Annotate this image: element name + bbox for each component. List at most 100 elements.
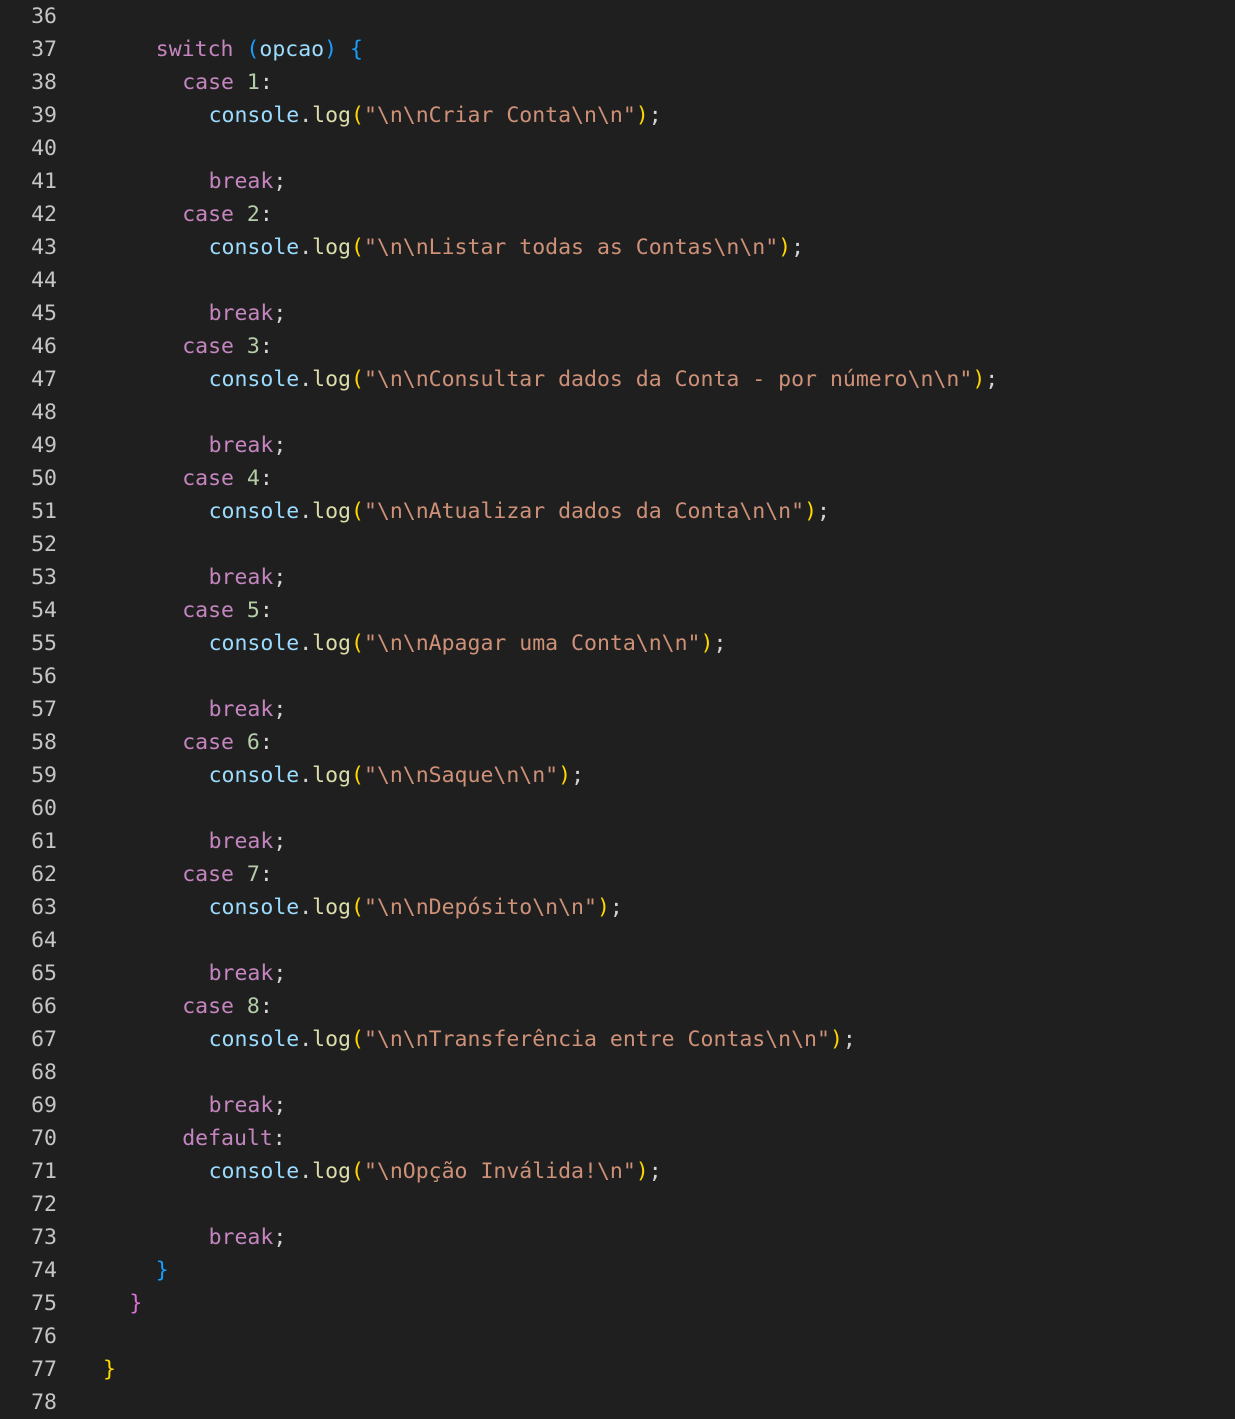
code-line[interactable]: 56 — [0, 660, 1235, 693]
code-line[interactable]: 42 case 2: — [0, 198, 1235, 231]
code-token: : — [259, 598, 273, 623]
code-token: ; — [273, 829, 287, 854]
code-token: log — [312, 499, 351, 524]
code-line[interactable]: 51 console.log("\n\nAtualizar dados da Co… — [0, 495, 1235, 528]
code-token: ) — [635, 103, 649, 128]
code-text: console.log("\n\nSaque\n\n"); — [209, 759, 584, 792]
code-line[interactable]: 57 break; — [0, 693, 1235, 726]
code-line[interactable]: 70 default: — [0, 1122, 1235, 1155]
code-line[interactable]: 69 break; — [0, 1089, 1235, 1122]
line-number: 78 — [31, 1390, 57, 1415]
line-number: 62 — [31, 862, 57, 887]
code-line[interactable]: 61 break; — [0, 825, 1235, 858]
code-token: case — [182, 334, 234, 359]
code-token: console — [208, 631, 300, 656]
code-token: case — [182, 466, 234, 491]
code-token: log — [312, 235, 351, 260]
code-text: break; — [209, 693, 287, 726]
code-line[interactable]: 68 — [0, 1056, 1235, 1089]
code-token: . — [299, 1159, 313, 1184]
line-number: 77 — [31, 1357, 57, 1382]
code-line[interactable]: 38 case 1: — [0, 66, 1235, 99]
code-line[interactable]: 50 case 4: — [0, 462, 1235, 495]
code-token: : — [259, 334, 273, 359]
code-token: ( — [351, 1159, 364, 1184]
line-number: 64 — [31, 928, 57, 953]
code-token: switch — [155, 37, 234, 62]
code-line[interactable]: 40 — [0, 132, 1235, 165]
code-line[interactable]: 55 console.log("\n\nApagar uma Conta\n\n"… — [0, 627, 1235, 660]
code-token: ; — [985, 367, 999, 392]
code-line[interactable]: 53 break; — [0, 561, 1235, 594]
code-token: break — [208, 433, 274, 458]
code-token: ; — [609, 895, 623, 920]
code-token: . — [299, 763, 313, 788]
code-line[interactable]: 37 switch (opcao) { — [0, 33, 1235, 66]
code-line[interactable]: 71 console.log("\nOpção Inválida!\n"); — [0, 1155, 1235, 1188]
code-line[interactable]: 46 case 3: — [0, 330, 1235, 363]
line-number: 61 — [31, 829, 57, 854]
code-line[interactable]: 67 console.log("\n\nTransferência entre C… — [0, 1023, 1235, 1056]
code-token: . — [299, 499, 313, 524]
code-line[interactable]: 75} — [0, 1287, 1235, 1320]
code-token: console — [208, 103, 300, 128]
code-line[interactable]: 47 console.log("\n\nConsultar dados da Co… — [0, 363, 1235, 396]
code-token: { — [350, 37, 363, 62]
code-line[interactable]: 39 console.log("\n\nCriar Conta\n\n"); — [0, 99, 1235, 132]
code-token: log — [312, 631, 351, 656]
code-text: } — [103, 1353, 116, 1386]
code-token: 8 — [246, 994, 260, 1019]
code-token: ; — [842, 1027, 856, 1052]
line-number: 43 — [31, 235, 57, 260]
code-text: break; — [209, 1221, 287, 1254]
code-line[interactable]: 44 — [0, 264, 1235, 297]
line-number: 41 — [31, 169, 57, 194]
code-token: ; — [571, 763, 585, 788]
code-token: ) — [700, 631, 714, 656]
code-line[interactable]: 63 console.log("\n\nDepósito\n\n"); — [0, 891, 1235, 924]
code-text: console.log("\n\nConsultar dados da Cont… — [209, 363, 999, 396]
code-text: console.log("\n\nApagar uma Conta\n\n"); — [209, 627, 727, 660]
code-token: : — [259, 466, 273, 491]
code-line[interactable]: 73 break; — [0, 1221, 1235, 1254]
code-line[interactable]: 66 case 8: — [0, 990, 1235, 1023]
code-line[interactable]: 48 — [0, 396, 1235, 429]
code-token: "\n\nTransferência entre Contas\n\n" — [363, 1027, 830, 1052]
code-line[interactable]: 74} — [0, 1254, 1235, 1287]
code-line[interactable]: 45 break; — [0, 297, 1235, 330]
code-line[interactable]: 78 — [0, 1386, 1235, 1419]
code-token: break — [208, 1093, 274, 1118]
code-token: console — [208, 1027, 300, 1052]
line-number: 38 — [31, 70, 57, 95]
code-token: } — [155, 1258, 169, 1283]
code-token: : — [259, 994, 273, 1019]
code-line[interactable]: 76 — [0, 1320, 1235, 1353]
code-line[interactable]: 64 — [0, 924, 1235, 957]
code-line[interactable]: 43 console.log("\n\nListar todas as Conta… — [0, 231, 1235, 264]
code-line[interactable]: 62 case 7: — [0, 858, 1235, 891]
code-token: "\n\nSaque\n\n" — [363, 763, 559, 788]
code-line[interactable]: 41 break; — [0, 165, 1235, 198]
code-text: default: — [182, 1122, 286, 1155]
code-token: break — [208, 697, 274, 722]
code-editor[interactable]: 36 37 switch (opcao) {38 case 1: 39 console.l… — [0, 0, 1235, 1418]
code-token: : — [259, 70, 273, 95]
code-line[interactable]: 65 break; — [0, 957, 1235, 990]
code-token: . — [299, 631, 313, 656]
code-line[interactable]: 54 case 5: — [0, 594, 1235, 627]
code-line[interactable]: 77} — [0, 1353, 1235, 1386]
code-line[interactable]: 36 — [0, 0, 1235, 33]
line-number: 44 — [31, 268, 57, 293]
code-line[interactable]: 59 console.log("\n\nSaque\n\n"); — [0, 759, 1235, 792]
line-number: 69 — [31, 1093, 57, 1118]
code-line[interactable]: 58 case 6: — [0, 726, 1235, 759]
code-line[interactable]: 60 — [0, 792, 1235, 825]
code-line[interactable]: 49 break; — [0, 429, 1235, 462]
code-line[interactable]: 52 — [0, 528, 1235, 561]
code-token: console — [208, 763, 300, 788]
code-line[interactable]: 72 — [0, 1188, 1235, 1221]
code-text: case 6: — [182, 726, 273, 759]
